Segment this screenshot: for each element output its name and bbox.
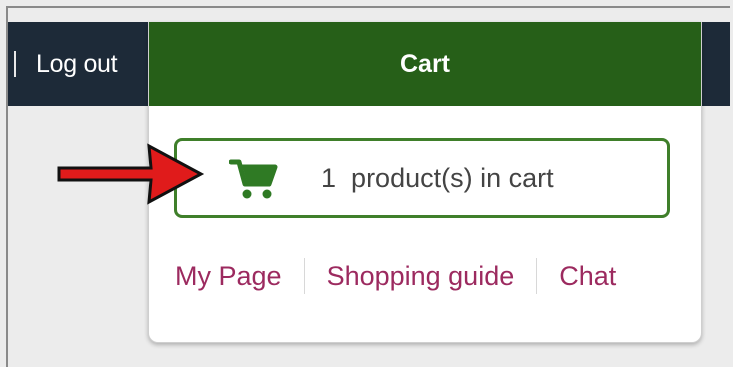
chat-link[interactable]: Chat — [559, 261, 616, 292]
logout-link[interactable]: Log out — [36, 50, 118, 79]
link-separator — [303, 258, 305, 294]
nav-separator — [14, 51, 16, 77]
cart-count: 1 — [321, 162, 337, 193]
red-arrow-icon — [57, 143, 205, 205]
cart-dropdown: Cart 1 product(s) in cart My Page Shoppi… — [148, 22, 702, 343]
dropdown-links: My Page Shopping guide Chat — [175, 258, 616, 294]
link-separator — [536, 258, 538, 294]
cart-count-label: product(s) in cart — [351, 162, 554, 193]
cart-dropdown-title: Cart — [149, 22, 701, 106]
cart-count-text: 1 product(s) in cart — [321, 163, 554, 194]
shopping-guide-link[interactable]: Shopping guide — [327, 261, 515, 292]
shopping-cart-icon — [229, 159, 278, 199]
my-page-link[interactable]: My Page — [175, 261, 282, 292]
cart-summary-button[interactable]: 1 product(s) in cart — [174, 138, 670, 218]
logout-area: Log out — [14, 22, 118, 106]
